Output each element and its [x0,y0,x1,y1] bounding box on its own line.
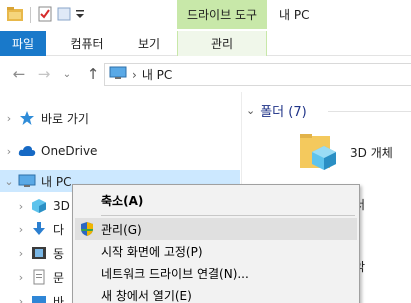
drive-tools-header: 드라이브 도구 [177,0,267,29]
folder-3d-icon [298,130,340,175]
tab-file[interactable]: 파일 [0,31,46,56]
arrow-right-icon: → [37,65,51,83]
nav-item-quick-access[interactable]: › 바로 가기 [0,107,240,129]
chevron-right-icon[interactable]: › [0,112,18,125]
back-button[interactable]: ← [10,65,28,83]
chevron-down-icon[interactable]: ⌄ [0,175,18,188]
menu-item-collapse[interactable]: 축소(A) [75,189,357,211]
nav-label-quick-access: 바로 가기 [41,111,89,126]
new-folder-icon[interactable] [56,6,72,25]
explorer-icon[interactable] [6,6,24,25]
menu-item-map-drive[interactable]: 네트워크 드라이브 연결(N)... [75,262,357,284]
nav-label-videos: 동 [53,246,65,261]
address-row: ← → ⌄ ↑ › 내 PC [0,57,411,91]
chevron-right-icon[interactable]: › [12,247,30,260]
computer-icon [18,172,36,190]
chevron-right-icon[interactable]: › [12,200,30,213]
menu-item-open-new-window[interactable]: 새 창에서 열기(E) [75,284,357,303]
menu-separator [101,215,355,216]
menu-item-pin-start[interactable]: 시작 화면에 고정(P) [75,240,357,262]
cloud-icon [18,142,36,160]
nav-label-3d: 3D [53,199,70,213]
tab-view[interactable]: 보기 [126,31,172,56]
nav-label-onedrive: OneDrive [41,144,98,158]
breadcrumb-this-pc[interactable]: 내 PC [142,66,172,83]
tab-manage[interactable]: 관리 [177,31,267,56]
title-bar: 드라이브 도구 내 PC [0,0,411,31]
cube-icon [30,197,48,215]
quick-access-toolbar [6,6,85,24]
folder-3d-objects[interactable]: 3D 개체 [298,130,393,175]
window-title: 내 PC [279,8,310,22]
uac-shield-icon [79,221,95,240]
star-icon [18,109,36,127]
folder-3d-label: 3D 개체 [350,146,393,160]
arrow-left-icon: ← [12,65,26,83]
download-arrow-icon [30,220,48,238]
desktop-icon [30,292,48,303]
document-icon [30,268,48,286]
ribbon-tabs: 파일 컴퓨터 보기 관리 [0,31,411,56]
menu-item-manage[interactable]: 관리(G) [75,218,357,240]
context-menu: 축소(A) 관리(G) 시작 화면에 고정(P) 네트워크 드라이브 연결(N)… [72,184,360,303]
nav-label-documents: 문 [53,270,65,285]
folders-group-label: 폴더 (7) [260,105,307,120]
address-bar[interactable]: › 내 PC [104,63,411,86]
forward-button[interactable]: → [35,65,53,83]
nav-label-desktop: 바 [53,294,65,303]
film-icon [30,244,48,262]
group-divider [328,111,411,112]
chevron-right-icon[interactable]: › [12,295,30,303]
breadcrumb-separator: › [132,67,137,82]
qat-divider [30,7,31,23]
nav-item-onedrive[interactable]: › OneDrive [0,140,240,162]
chevron-down-icon: ⌄ [246,104,256,117]
recent-locations-button[interactable]: ⌄ [61,65,73,83]
arrow-up-icon: ↑ [86,65,100,83]
chevron-right-icon[interactable]: › [12,223,30,236]
tab-computer[interactable]: 컴퓨터 [56,31,118,56]
chevron-right-icon[interactable]: › [0,145,18,158]
chevron-right-icon[interactable]: › [12,271,30,284]
nav-label-downloads: 다 [53,222,65,237]
up-button[interactable]: ↑ [84,65,102,83]
computer-icon [109,66,127,83]
customize-qat-icon[interactable] [75,6,85,25]
folders-group-header[interactable]: ⌄ 폴더 (7) [246,101,307,120]
chevron-down-icon: ⌄ [62,68,72,80]
properties-icon[interactable] [37,6,53,25]
menu-label-manage: 관리(G) [101,222,142,237]
nav-label-this-pc: 내 PC [41,174,72,189]
